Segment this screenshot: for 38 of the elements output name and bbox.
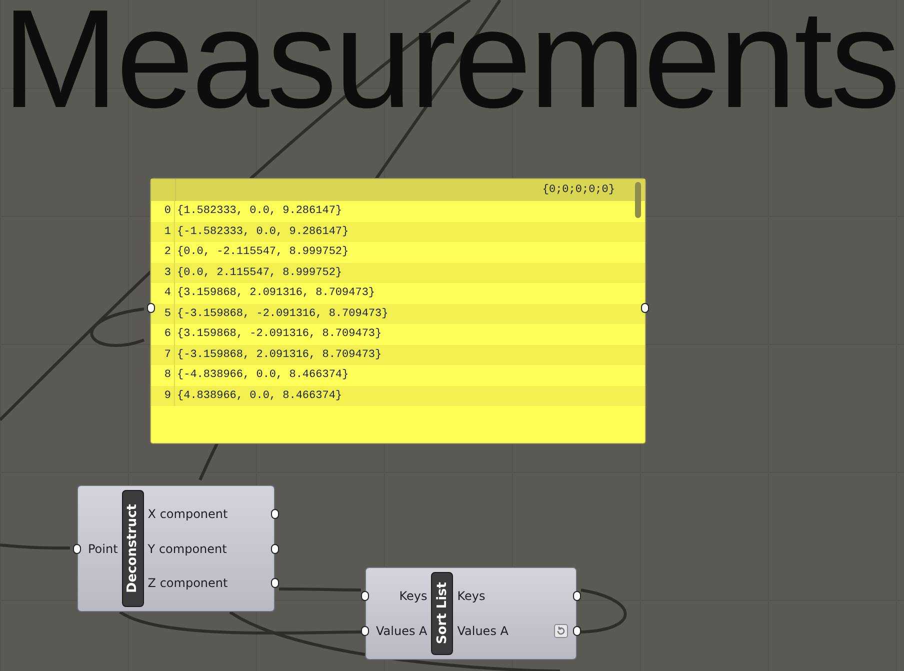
row-value: {-1.582333, 0.0, 9.286147} — [176, 226, 349, 238]
output-label: X component — [148, 506, 228, 521]
wire — [0, 544, 70, 550]
row-value: {3.159868, -2.091316, 8.709473} — [176, 328, 382, 340]
output-label: Values A — [457, 624, 508, 638]
component-name: Sort List — [431, 572, 454, 655]
input-grip[interactable] — [73, 544, 81, 554]
output-grip[interactable] — [271, 508, 279, 519]
component-name: Deconstruct — [122, 490, 144, 607]
input-label: Point — [88, 542, 118, 556]
input-grip[interactable] — [147, 303, 155, 313]
row-value: {1.582333, 0.0, 9.286147} — [176, 205, 342, 218]
row-value: {-4.838966, 0.0, 8.466374} — [176, 369, 349, 382]
panel-path: {0;0;0;0;0} — [542, 184, 615, 196]
row-index: 9 — [151, 386, 175, 406]
row-value: {-3.159868, -2.091316, 8.709473} — [176, 308, 388, 320]
output-label: Keys — [457, 589, 486, 603]
output-grip[interactable] — [573, 591, 581, 601]
output-grip[interactable] — [573, 626, 581, 636]
output-grip[interactable] — [641, 303, 649, 313]
canvas-title: Measurements — [2, 0, 898, 136]
row-value: {3.159868, 2.091316, 8.709473} — [176, 287, 376, 300]
output-grip[interactable] — [271, 544, 279, 554]
output-label: Z component — [148, 576, 228, 590]
input-label: Values A — [376, 624, 428, 638]
wire — [580, 588, 627, 634]
row-value: {0.0, 2.115547, 8.999752} — [176, 266, 342, 279]
reset-icon[interactable] — [554, 624, 568, 638]
input-label: Keys — [399, 589, 428, 603]
scrollbar-thumb[interactable] — [635, 182, 641, 218]
output-grip[interactable] — [271, 578, 279, 588]
row-value: {4.838966, 0.0, 8.466374} — [176, 390, 342, 402]
output-label: Y component — [148, 542, 227, 556]
input-grip[interactable] — [361, 591, 369, 601]
data-panel[interactable] — [150, 178, 646, 444]
row-value: {-3.159868, 2.091316, 8.709473} — [176, 348, 382, 361]
input-grip[interactable] — [361, 626, 369, 636]
row-value: {0.0, -2.115547, 8.999752} — [176, 246, 349, 258]
